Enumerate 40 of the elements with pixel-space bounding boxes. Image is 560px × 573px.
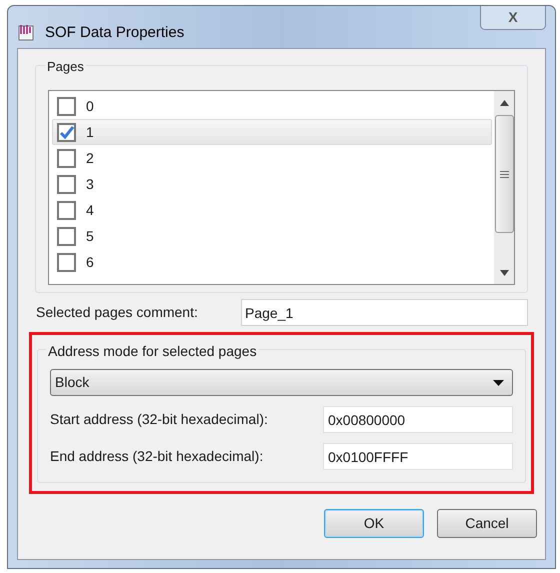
- page-label: 6: [86, 252, 94, 272]
- window-title: SOF Data Properties: [45, 23, 184, 43]
- checkmark-icon: [59, 126, 74, 138]
- page-row[interactable]: 3: [52, 171, 492, 197]
- page-row[interactable]: 0: [52, 93, 492, 119]
- address-field[interactable]: 0x0100FFFF: [323, 443, 513, 470]
- page-row[interactable]: 2: [52, 145, 492, 171]
- scrollbar[interactable]: [494, 91, 514, 284]
- page-label: 5: [86, 226, 94, 246]
- checkbox[interactable]: [57, 200, 76, 220]
- page-row[interactable]: 6: [52, 249, 492, 275]
- mode-dropdown[interactable]: Block: [50, 369, 513, 396]
- page-label: 1: [86, 122, 94, 142]
- checkbox[interactable]: [57, 174, 76, 194]
- grip-icon: [500, 170, 508, 178]
- page-row[interactable]: 1: [52, 119, 492, 145]
- scroll-up-icon[interactable]: [500, 100, 508, 106]
- page-row[interactable]: 4: [52, 197, 492, 223]
- scroll-thumb[interactable]: [494, 115, 514, 233]
- address-label: Start address (32-bit hexadecimal):: [50, 410, 268, 429]
- page-label: 3: [86, 174, 94, 194]
- checkbox[interactable]: [57, 226, 76, 246]
- app-icon: [17, 23, 35, 41]
- page-row[interactable]: 5: [52, 223, 492, 249]
- address-label: End address (32-bit hexadecimal):: [50, 447, 264, 466]
- address-field[interactable]: 0x00800000: [323, 406, 513, 433]
- dialog-button[interactable]: Cancel: [437, 509, 537, 538]
- checkbox[interactable]: [57, 122, 76, 142]
- page-label: 2: [86, 148, 94, 168]
- caret-icon: [493, 380, 504, 386]
- comment-label: Selected pages comment:: [36, 303, 198, 322]
- page-label: 4: [86, 200, 94, 220]
- comment-field[interactable]: Page_1: [241, 299, 528, 326]
- checkbox[interactable]: [57, 252, 76, 272]
- dialog-button[interactable]: OK: [324, 509, 424, 538]
- page-label: 0: [86, 96, 94, 116]
- checkbox[interactable]: [57, 96, 76, 116]
- checkbox[interactable]: [57, 148, 76, 168]
- scroll-down-icon[interactable]: [500, 270, 508, 276]
- close-button[interactable]: X: [480, 6, 546, 30]
